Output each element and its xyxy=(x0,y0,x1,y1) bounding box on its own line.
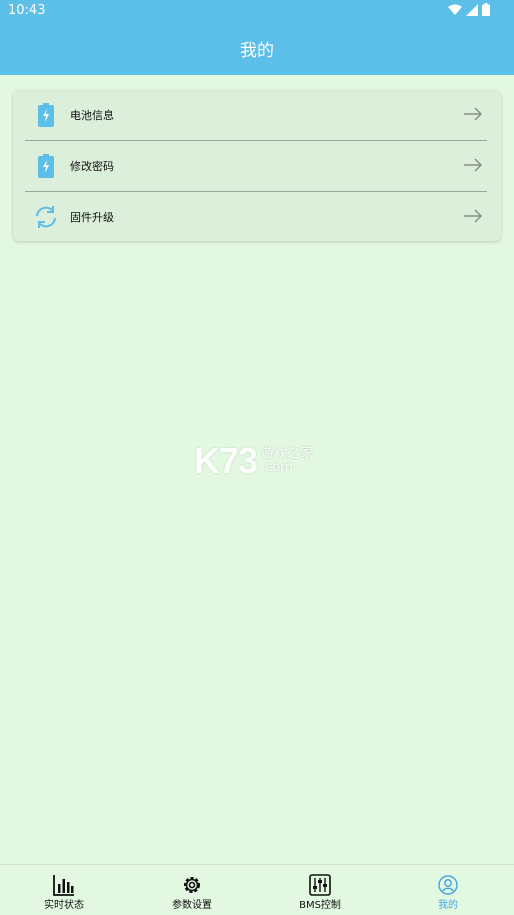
battery-icon xyxy=(38,103,54,127)
watermark-sub-cn: 游戏之家 xyxy=(261,446,314,461)
status-time: 10:43 xyxy=(8,3,46,18)
tab-label: 我的 xyxy=(438,900,458,911)
menu-item-change-password[interactable]: 修改密码 xyxy=(13,141,501,192)
tab-parameter-settings[interactable]: 参数设置 xyxy=(128,865,256,915)
menu-card: 电池信息 修改密码 固件升级 xyxy=(13,90,501,241)
bar-chart-icon xyxy=(53,875,74,896)
menu-item-firmware-upgrade[interactable]: 固件升级 xyxy=(13,192,501,243)
watermark-sub-en: .com xyxy=(261,460,293,475)
page-title: 我的 xyxy=(240,41,274,61)
menu-item-battery-info[interactable]: 电池信息 xyxy=(13,90,501,141)
status-icons xyxy=(448,3,490,16)
sliders-icon xyxy=(309,874,331,896)
arrow-right-icon xyxy=(464,158,483,172)
menu-label: 修改密码 xyxy=(70,160,114,173)
wifi-icon xyxy=(448,4,462,15)
battery-icon xyxy=(38,154,54,178)
menu-label: 电池信息 xyxy=(70,109,114,122)
gear-icon xyxy=(184,877,200,893)
refresh-icon xyxy=(36,206,56,228)
arrow-right-icon xyxy=(464,107,483,121)
status-bar: 10:43 xyxy=(0,0,514,22)
watermark-logo: K73 xyxy=(194,440,258,481)
tab-mine[interactable]: 我的 xyxy=(384,865,512,915)
bottom-tab-bar: 实时状态 参数设置 BMS控制 我的 xyxy=(0,864,514,915)
tab-label: BMS控制 xyxy=(299,900,341,911)
battery-status-icon xyxy=(482,3,490,16)
tab-realtime-status[interactable]: 实时状态 xyxy=(0,865,128,915)
tab-label: 参数设置 xyxy=(172,900,212,911)
watermark: K73 游戏之家 .com xyxy=(194,440,313,482)
user-icon xyxy=(438,875,458,895)
menu-label: 固件升级 xyxy=(70,211,114,224)
tab-label: 实时状态 xyxy=(44,900,84,911)
arrow-right-icon xyxy=(464,209,483,223)
watermark-sub: 游戏之家 .com xyxy=(261,447,313,475)
tab-bms-control[interactable]: BMS控制 xyxy=(256,865,384,915)
app-header: 10:43 我的 xyxy=(0,0,514,75)
signal-icon xyxy=(466,3,478,16)
